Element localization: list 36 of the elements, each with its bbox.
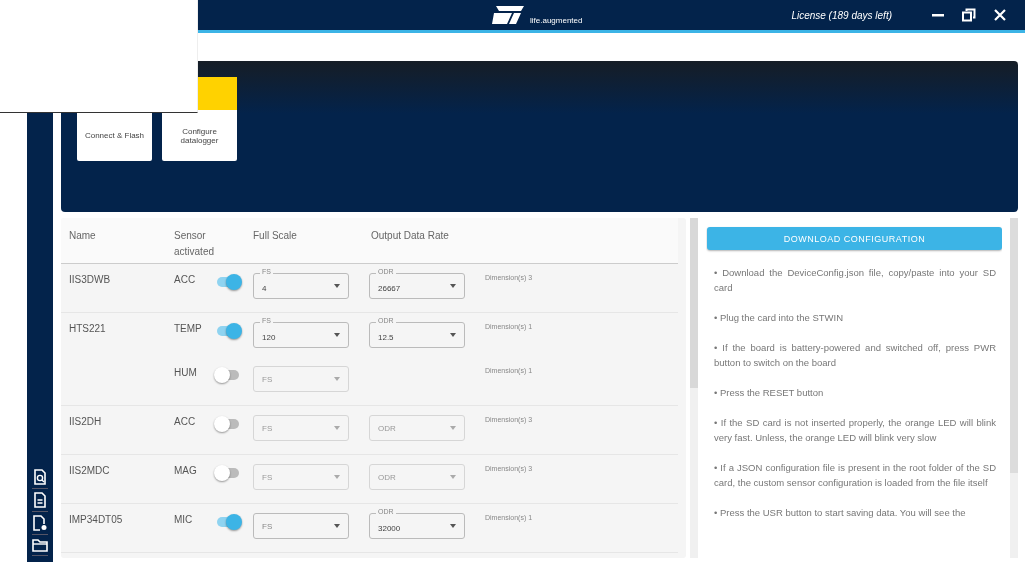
folder-icon[interactable]	[32, 538, 48, 552]
sensor-name: IIS3DWB	[69, 274, 111, 285]
instruction-text: • If a JSON configuration file is present in the root folder of the SD card, the custom sensor configuration is loaded from the file itself	[714, 461, 996, 490]
full-scale-select[interactable]: FS	[253, 513, 349, 539]
restore-icon[interactable]	[962, 8, 976, 22]
sensor-type: MIC	[174, 513, 194, 527]
sensor-type: ACC	[174, 273, 197, 287]
instruction-text: • Press the RESET button	[714, 386, 825, 400]
license-text: License (189 days left)	[791, 9, 892, 21]
document-settings-icon[interactable]	[32, 515, 48, 531]
instruction-text: • If the board is battery-powered and switched off, press PWR button to switch on the board	[714, 341, 996, 370]
sensor-type: HUM	[174, 366, 198, 380]
sensor-name: IIS2MDC	[69, 465, 110, 476]
sensor-name: HTS221	[69, 323, 106, 334]
sensor-type: TEMP	[174, 322, 203, 336]
search-document-icon[interactable]	[33, 469, 47, 485]
step-button[interactable]: Configure datalogger	[162, 110, 237, 161]
instruction-text: • Download the DeviceConfig.json file, copy/paste into your SD card	[714, 266, 996, 295]
instruction-text: • Plug the card into the STWIN	[714, 311, 844, 325]
column-header: Full Scale	[253, 229, 298, 243]
sensor-type: MAG	[174, 464, 198, 478]
instruction-text: • If the SD card is not inserted properly, the orange LED will blink very fast. Unless, the orange LED will blink very slow	[714, 416, 996, 445]
column-header: Output Data Rate	[371, 229, 449, 243]
instruction-text: • Press the USR button to start saving data. You will see the	[714, 506, 967, 520]
step-button[interactable]: Connect & Flash	[77, 110, 152, 161]
logo-tagline: life.augmented	[530, 16, 583, 25]
scrollbar[interactable]	[690, 218, 698, 558]
sensor-name: IIS2DH	[69, 416, 102, 427]
close-icon[interactable]	[993, 8, 1007, 22]
sensor-type: ACC	[174, 415, 197, 429]
sensor-name: IMP34DT05	[69, 514, 123, 525]
column-header: Sensor activated	[174, 229, 216, 259]
scrollbar[interactable]	[1010, 218, 1018, 558]
column-header: Name	[69, 229, 97, 243]
document-icon[interactable]	[33, 492, 47, 508]
logo-icon	[490, 5, 526, 25]
